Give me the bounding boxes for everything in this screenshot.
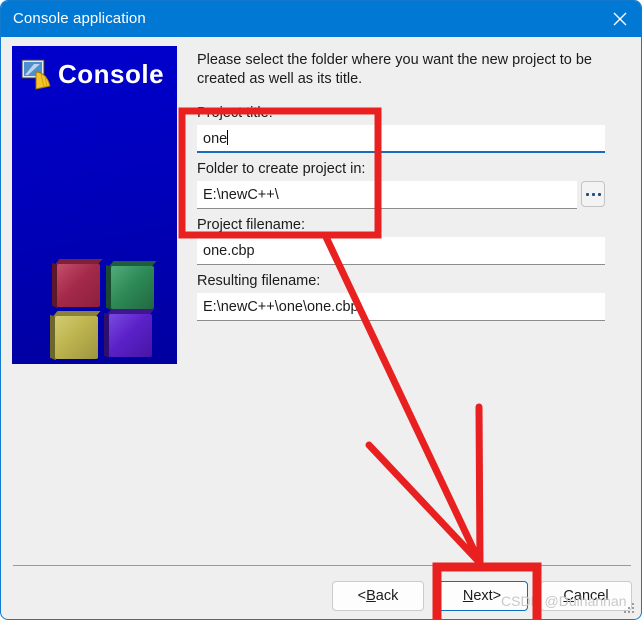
- cancel-button-mnemonic: C: [563, 588, 574, 604]
- next-button-suffix: >: [492, 588, 502, 604]
- form-content: Please select the folder where you want …: [197, 51, 609, 329]
- next-button[interactable]: Next >: [436, 581, 528, 611]
- field-resulting-filename: Resulting filename: E:\newC++\one\one.cb…: [197, 273, 609, 321]
- field-project-filename: Project filename: one.cbp: [197, 217, 609, 265]
- resize-grip[interactable]: [624, 603, 636, 615]
- back-button-prefix: <: [357, 588, 367, 604]
- cube-green: [106, 261, 157, 311]
- next-button-rest: ext: [473, 588, 493, 604]
- input-resulting-filename[interactable]: E:\newC++\one\one.cbp: [197, 293, 605, 321]
- close-icon[interactable]: [597, 1, 641, 37]
- label-resulting-filename: Resulting filename:: [197, 273, 321, 289]
- input-project-title-value: one: [203, 131, 228, 147]
- codeblocks-window-icon: [20, 58, 52, 90]
- illustration-panel: Console: [12, 46, 177, 364]
- cube-red: [52, 259, 103, 309]
- back-button-mnemonic: B: [366, 588, 376, 604]
- close-icon-glyph: [613, 12, 627, 26]
- title-bar: Console application: [1, 1, 641, 37]
- field-folder: Folder to create project in: E:\newC++\: [197, 161, 609, 209]
- field-project-title: Project title: one: [197, 105, 609, 153]
- window-title: Console application: [13, 10, 146, 27]
- input-folder[interactable]: E:\newC++\: [197, 181, 577, 209]
- brand-row: Console: [20, 56, 164, 92]
- text-caret: [227, 130, 229, 145]
- back-button-rest: ack: [375, 588, 399, 604]
- label-project-title: Project title:: [197, 105, 273, 121]
- console-application-dialog: Console application Console Please selec…: [0, 0, 642, 620]
- cancel-button[interactable]: Cancel: [540, 581, 632, 611]
- label-project-filename: Project filename:: [197, 217, 305, 233]
- next-button-mnemonic: N: [462, 588, 474, 604]
- input-project-title[interactable]: one: [197, 125, 605, 153]
- footer-separator: [13, 565, 631, 566]
- brand-label: Console: [58, 59, 165, 89]
- input-project-filename[interactable]: one.cbp: [197, 237, 605, 265]
- back-button[interactable]: < Back: [332, 581, 424, 611]
- instruction-text: Please select the folder where you want …: [197, 52, 592, 87]
- label-folder: Folder to create project in:: [197, 161, 366, 177]
- codeblocks-window-icon-glyph: [21, 59, 51, 90]
- cube-purple: [104, 309, 155, 359]
- cube-yellow: [50, 311, 101, 361]
- cubes-illustration: [50, 259, 160, 364]
- ellipsis-icon: [586, 193, 601, 196]
- browse-button[interactable]: [581, 181, 605, 207]
- cancel-button-rest: ancel: [573, 588, 609, 604]
- button-bar: < Back Next > Cancel: [1, 581, 641, 615]
